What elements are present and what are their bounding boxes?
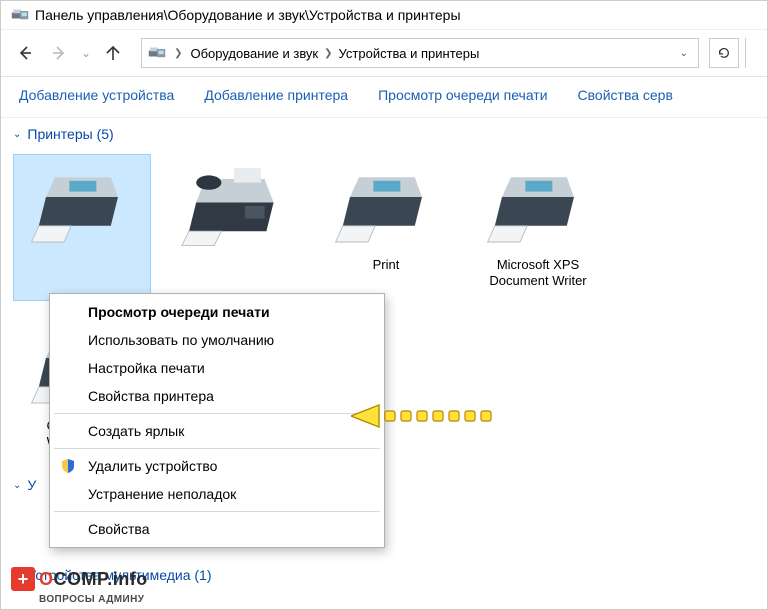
printer-icon [27, 161, 137, 251]
watermark-letter: O [39, 569, 54, 589]
view-queue-link[interactable]: Просмотр очереди печати [378, 87, 547, 103]
ctx-print-settings[interactable]: Настройка печати [50, 354, 384, 382]
chevron-down-icon: ⌄ [13, 480, 21, 491]
arrow-left-icon [17, 45, 33, 61]
add-device-link[interactable]: Добавление устройства [19, 87, 174, 103]
address-bar[interactable]: ❯ Оборудование и звук ❯ Устройства и при… [141, 38, 699, 68]
devices-printers-icon [148, 46, 166, 60]
refresh-button[interactable] [709, 38, 739, 68]
separator [54, 413, 380, 414]
section-title: Принтеры (5) [27, 126, 113, 142]
device-label: Print [373, 257, 400, 273]
device-item[interactable] [13, 154, 151, 301]
watermark-subtitle: ВОПРОСЫ АДМИНУ [39, 595, 144, 605]
history-chevron-icon[interactable]: ⌄ [79, 46, 93, 60]
context-menu: Просмотр очереди печати Использовать по … [49, 293, 385, 548]
breadcrumb-seg-2[interactable]: Устройства и принтеры [339, 46, 480, 61]
back-button[interactable] [11, 39, 39, 67]
watermark-suffix: .info [107, 569, 148, 589]
server-properties-link[interactable]: Свойства серв [578, 87, 673, 103]
ctx-printer-properties[interactable]: Свойства принтера [50, 382, 384, 410]
section-header-printers[interactable]: ⌄ Принтеры (5) [13, 122, 755, 146]
device-label: Microsoft XPS Document Writer [489, 257, 586, 290]
window-title: Панель управления\Оборудование и звук\Ус… [35, 7, 461, 23]
title-bar: Панель управления\Оборудование и звук\Ус… [1, 1, 767, 30]
forward-button[interactable] [45, 39, 73, 67]
add-printer-link[interactable]: Добавление принтера [204, 87, 348, 103]
plus-icon: + [11, 567, 35, 591]
chevron-down-icon[interactable]: ⌄ [676, 48, 692, 59]
breadcrumb-seg-1[interactable]: Оборудование и звук [190, 46, 318, 61]
printer-icon [483, 161, 593, 251]
separator [54, 448, 380, 449]
search-box-edge [745, 38, 757, 68]
printer-icon [331, 161, 441, 251]
chevron-down-icon: ⌄ [13, 129, 21, 140]
ctx-properties[interactable]: Свойства [50, 515, 384, 543]
separator [54, 511, 380, 512]
ctx-set-default[interactable]: Использовать по умолчанию [50, 326, 384, 354]
fax-icon [179, 161, 289, 251]
annotation-arrow-icon [351, 403, 501, 432]
nav-bar: ⌄ ❯ Оборудование и звук ❯ Устройства и п… [1, 30, 767, 77]
device-item[interactable] [165, 154, 303, 301]
ctx-view-queue[interactable]: Просмотр очереди печати [50, 298, 384, 326]
shield-icon [60, 458, 76, 474]
ctx-remove-device[interactable]: Удалить устройство [50, 452, 384, 480]
ctx-remove-device-label: Удалить устройство [88, 458, 217, 474]
ctx-create-shortcut[interactable]: Создать ярлык [50, 417, 384, 445]
ctx-troubleshoot[interactable]: Устранение неполадок [50, 480, 384, 508]
watermark: + OCOMP.info [11, 567, 148, 591]
refresh-icon [717, 46, 731, 60]
chevron-right-icon: ❯ [174, 48, 182, 59]
devices-printers-icon [11, 8, 29, 22]
watermark-text: COMP [54, 569, 108, 589]
command-bar: Добавление устройства Добавление принтер… [1, 77, 767, 118]
arrow-up-icon [105, 45, 121, 61]
chevron-right-icon[interactable]: ❯ [324, 48, 332, 59]
section-title-partial: У [27, 477, 36, 493]
arrow-right-icon [51, 45, 67, 61]
device-item[interactable]: Microsoft XPS Document Writer [469, 154, 607, 301]
device-item[interactable]: Print [317, 154, 455, 301]
up-button[interactable] [99, 39, 127, 67]
